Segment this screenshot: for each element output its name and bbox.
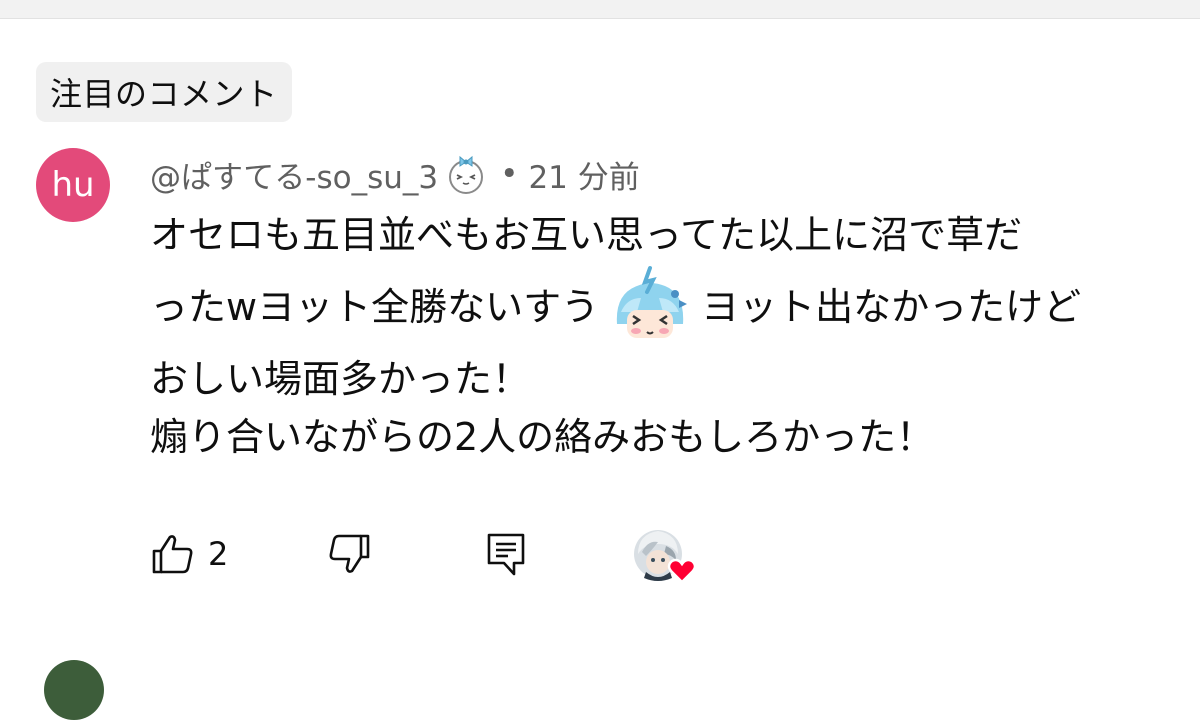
comment-line: おしい場面多かった！ bbox=[150, 357, 531, 401]
dislike-button[interactable] bbox=[326, 524, 372, 584]
meta-separator: • bbox=[500, 156, 519, 192]
reply-icon bbox=[487, 533, 525, 576]
reply-button[interactable] bbox=[484, 524, 528, 584]
comment-header: @ぱすてる-so_su_3 • 21 分前 bbox=[150, 152, 1190, 196]
comment: @ぱすてる-so_su_3 • 21 分前 オセロも五目並べもお互い思ってた以上… bbox=[150, 152, 1190, 466]
next-comment-avatar[interactable] bbox=[44, 660, 104, 720]
custom-emote-icon bbox=[607, 264, 693, 350]
highlighted-comments-chip: 注目のコメント bbox=[36, 62, 292, 122]
like-button[interactable]: 2 bbox=[150, 524, 228, 584]
comment-line: 煽り合いながらの2人の絡みおもしろかった！ bbox=[150, 415, 935, 459]
comment-line: ったwヨット全勝ないすう ヨット出なかったけど bbox=[150, 264, 1190, 350]
thumbs-down-icon bbox=[329, 534, 370, 573]
comment-line: オセロも五目並べもお互い思ってた以上に沼で草だ bbox=[150, 213, 1023, 257]
author-name[interactable]: @ぱすてる-so_su_3 bbox=[150, 152, 438, 197]
comment-actions: 2 bbox=[150, 524, 850, 584]
member-badge-icon bbox=[444, 152, 488, 196]
thumbs-up-icon bbox=[152, 535, 193, 574]
comment-timestamp[interactable]: 21 分前 bbox=[528, 152, 639, 197]
comment-body: オセロも五目並べもお互い思ってた以上に沼で草だ ったwヨット全勝ないすう ヨット… bbox=[150, 206, 1190, 466]
comment-text-segment: ヨット出なかったけど bbox=[701, 285, 1082, 329]
like-count: 2 bbox=[208, 535, 229, 573]
avatar[interactable]: hu bbox=[36, 148, 110, 222]
avatar-initials: hu bbox=[51, 165, 95, 205]
creator-heart-icon bbox=[634, 530, 697, 584]
comment-text-segment: ったwヨット全勝ないすう bbox=[150, 285, 600, 329]
creator-heart bbox=[632, 526, 702, 586]
top-divider-bar bbox=[0, 0, 1200, 19]
